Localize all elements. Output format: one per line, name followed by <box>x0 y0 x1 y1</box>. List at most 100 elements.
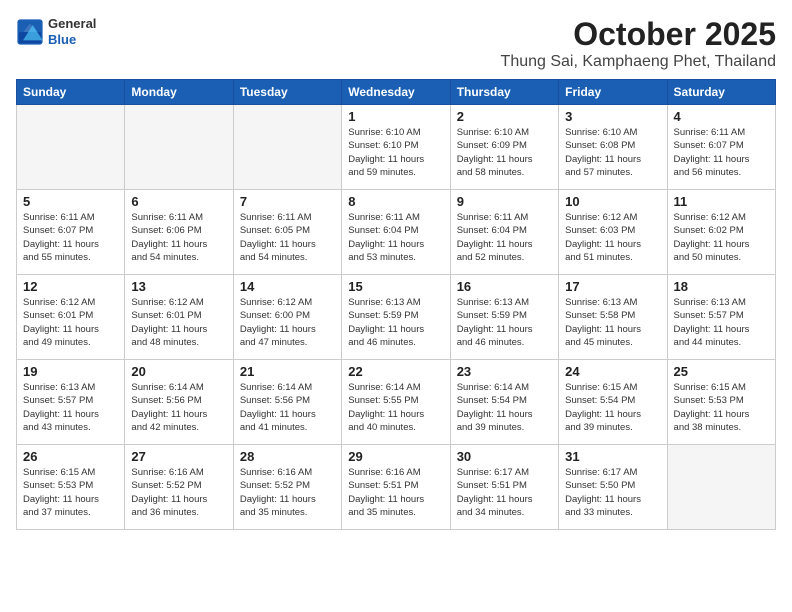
day-info: Sunrise: 6:11 AM Sunset: 6:05 PM Dayligh… <box>240 211 335 264</box>
calendar-cell: 19 Sunrise: 6:13 AM Sunset: 5:57 PM Dayli… <box>17 360 125 445</box>
calendar-cell: 23 Sunrise: 6:14 AM Sunset: 5:54 PM Dayli… <box>450 360 558 445</box>
day-info: Sunrise: 6:10 AM Sunset: 6:08 PM Dayligh… <box>565 126 660 179</box>
day-info: Sunrise: 6:13 AM Sunset: 5:57 PM Dayligh… <box>23 381 118 434</box>
calendar-cell: 2 Sunrise: 6:10 AM Sunset: 6:09 PM Daylig… <box>450 105 558 190</box>
day-info: Sunrise: 6:12 AM Sunset: 6:00 PM Dayligh… <box>240 296 335 349</box>
day-number: 31 <box>565 449 660 464</box>
calendar-cell: 22 Sunrise: 6:14 AM Sunset: 5:55 PM Dayli… <box>342 360 450 445</box>
calendar-cell: 5 Sunrise: 6:11 AM Sunset: 6:07 PM Daylig… <box>17 190 125 275</box>
week-row-3: 12 Sunrise: 6:12 AM Sunset: 6:01 PM Dayli… <box>17 275 776 360</box>
day-info: Sunrise: 6:13 AM Sunset: 5:57 PM Dayligh… <box>674 296 769 349</box>
calendar-cell: 10 Sunrise: 6:12 AM Sunset: 6:03 PM Dayli… <box>559 190 667 275</box>
day-number: 30 <box>457 449 552 464</box>
day-info: Sunrise: 6:14 AM Sunset: 5:56 PM Dayligh… <box>131 381 226 434</box>
calendar-cell: 18 Sunrise: 6:13 AM Sunset: 5:57 PM Dayli… <box>667 275 775 360</box>
day-number: 11 <box>674 194 769 209</box>
day-info: Sunrise: 6:10 AM Sunset: 6:09 PM Dayligh… <box>457 126 552 179</box>
calendar-cell: 15Sunrise: 6:13 AM Sunset: 5:59 PM Dayli… <box>342 275 450 360</box>
day-number: 1 <box>348 109 443 124</box>
calendar-cell: 9 Sunrise: 6:11 AM Sunset: 6:04 PM Daylig… <box>450 190 558 275</box>
week-row-5: 26Sunrise: 6:15 AM Sunset: 5:53 PM Dayli… <box>17 445 776 530</box>
weekday-thursday: Thursday <box>450 80 558 105</box>
day-number: 9 <box>457 194 552 209</box>
calendar-cell: 20 Sunrise: 6:14 AM Sunset: 5:56 PM Dayli… <box>125 360 233 445</box>
calendar-cell: 14 Sunrise: 6:12 AM Sunset: 6:00 PM Dayli… <box>233 275 341 360</box>
day-info: Sunrise: 6:13 AM Sunset: 5:59 PM Dayligh… <box>457 296 552 349</box>
day-info: Sunrise: 6:14 AM Sunset: 5:55 PM Dayligh… <box>348 381 443 434</box>
day-number: 17 <box>565 279 660 294</box>
calendar-cell: 24Sunrise: 6:15 AM Sunset: 5:54 PM Dayli… <box>559 360 667 445</box>
day-number: 23 <box>457 364 552 379</box>
day-number: 5 <box>23 194 118 209</box>
calendar-table: SundayMondayTuesdayWednesdayThursdayFrid… <box>16 79 776 530</box>
calendar-cell: 17 Sunrise: 6:13 AM Sunset: 5:58 PM Dayli… <box>559 275 667 360</box>
day-info: Sunrise: 6:11 AM Sunset: 6:04 PM Dayligh… <box>348 211 443 264</box>
day-number: 4 <box>674 109 769 124</box>
calendar-cell: 29Sunrise: 6:16 AM Sunset: 5:51 PM Dayli… <box>342 445 450 530</box>
day-number: 10 <box>565 194 660 209</box>
day-info: Sunrise: 6:12 AM Sunset: 6:03 PM Dayligh… <box>565 211 660 264</box>
day-info: Sunrise: 6:13 AM Sunset: 5:58 PM Dayligh… <box>565 296 660 349</box>
day-info: Sunrise: 6:17 AM Sunset: 5:50 PM Dayligh… <box>565 466 660 519</box>
calendar-cell <box>125 105 233 190</box>
day-number: 19 <box>23 364 118 379</box>
day-number: 2 <box>457 109 552 124</box>
calendar-cell <box>233 105 341 190</box>
logo-icon <box>16 18 44 46</box>
title-area: October 2025 Thung Sai, Kamphaeng Phet, … <box>501 16 776 71</box>
day-number: 21 <box>240 364 335 379</box>
calendar-cell: 25Sunrise: 6:15 AM Sunset: 5:53 PM Dayli… <box>667 360 775 445</box>
weekday-friday: Friday <box>559 80 667 105</box>
weekday-tuesday: Tuesday <box>233 80 341 105</box>
calendar-cell <box>17 105 125 190</box>
header: General Blue October 2025 Thung Sai, Kam… <box>16 16 776 71</box>
week-row-1: 1 Sunrise: 6:10 AM Sunset: 6:10 PM Daylig… <box>17 105 776 190</box>
calendar-cell: 12 Sunrise: 6:12 AM Sunset: 6:01 PM Dayli… <box>17 275 125 360</box>
day-number: 3 <box>565 109 660 124</box>
weekday-saturday: Saturday <box>667 80 775 105</box>
day-info: Sunrise: 6:11 AM Sunset: 6:07 PM Dayligh… <box>23 211 118 264</box>
day-number: 12 <box>23 279 118 294</box>
calendar-cell <box>667 445 775 530</box>
calendar-cell: 8 Sunrise: 6:11 AM Sunset: 6:04 PM Daylig… <box>342 190 450 275</box>
day-number: 18 <box>674 279 769 294</box>
day-info: Sunrise: 6:14 AM Sunset: 5:56 PM Dayligh… <box>240 381 335 434</box>
day-info: Sunrise: 6:11 AM Sunset: 6:06 PM Dayligh… <box>131 211 226 264</box>
day-number: 14 <box>240 279 335 294</box>
day-number: 27 <box>131 449 226 464</box>
calendar-cell: 21 Sunrise: 6:14 AM Sunset: 5:56 PM Dayli… <box>233 360 341 445</box>
day-number: 22 <box>348 364 443 379</box>
logo-general: General <box>48 16 96 32</box>
calendar-cell: 30Sunrise: 6:17 AM Sunset: 5:51 PM Dayli… <box>450 445 558 530</box>
day-number: 16 <box>457 279 552 294</box>
day-info: Sunrise: 6:12 AM Sunset: 6:01 PM Dayligh… <box>131 296 226 349</box>
day-number: 13 <box>131 279 226 294</box>
day-info: Sunrise: 6:16 AM Sunset: 5:52 PM Dayligh… <box>240 466 335 519</box>
week-row-4: 19 Sunrise: 6:13 AM Sunset: 5:57 PM Dayli… <box>17 360 776 445</box>
day-number: 20 <box>131 364 226 379</box>
logo-text: General Blue <box>48 16 96 47</box>
day-number: 7 <box>240 194 335 209</box>
calendar-cell: 1 Sunrise: 6:10 AM Sunset: 6:10 PM Daylig… <box>342 105 450 190</box>
weekday-sunday: Sunday <box>17 80 125 105</box>
day-info: Sunrise: 6:11 AM Sunset: 6:04 PM Dayligh… <box>457 211 552 264</box>
day-number: 8 <box>348 194 443 209</box>
calendar-cell: 6Sunrise: 6:11 AM Sunset: 6:06 PM Daylig… <box>125 190 233 275</box>
day-info: Sunrise: 6:14 AM Sunset: 5:54 PM Dayligh… <box>457 381 552 434</box>
weekday-header-row: SundayMondayTuesdayWednesdayThursdayFrid… <box>17 80 776 105</box>
day-info: Sunrise: 6:16 AM Sunset: 5:51 PM Dayligh… <box>348 466 443 519</box>
day-info: Sunrise: 6:12 AM Sunset: 6:01 PM Dayligh… <box>23 296 118 349</box>
calendar-cell: 3 Sunrise: 6:10 AM Sunset: 6:08 PM Daylig… <box>559 105 667 190</box>
day-info: Sunrise: 6:16 AM Sunset: 5:52 PM Dayligh… <box>131 466 226 519</box>
calendar-cell: 26Sunrise: 6:15 AM Sunset: 5:53 PM Dayli… <box>17 445 125 530</box>
day-info: Sunrise: 6:12 AM Sunset: 6:02 PM Dayligh… <box>674 211 769 264</box>
calendar-cell: 4Sunrise: 6:11 AM Sunset: 6:07 PM Daylig… <box>667 105 775 190</box>
week-row-2: 5 Sunrise: 6:11 AM Sunset: 6:07 PM Daylig… <box>17 190 776 275</box>
location-title: Thung Sai, Kamphaeng Phet, Thailand <box>501 53 776 71</box>
calendar-cell: 13 Sunrise: 6:12 AM Sunset: 6:01 PM Dayli… <box>125 275 233 360</box>
day-info: Sunrise: 6:15 AM Sunset: 5:53 PM Dayligh… <box>23 466 118 519</box>
logo: General Blue <box>16 16 96 47</box>
day-info: Sunrise: 6:10 AM Sunset: 6:10 PM Dayligh… <box>348 126 443 179</box>
logo-blue: Blue <box>48 32 96 48</box>
weekday-monday: Monday <box>125 80 233 105</box>
